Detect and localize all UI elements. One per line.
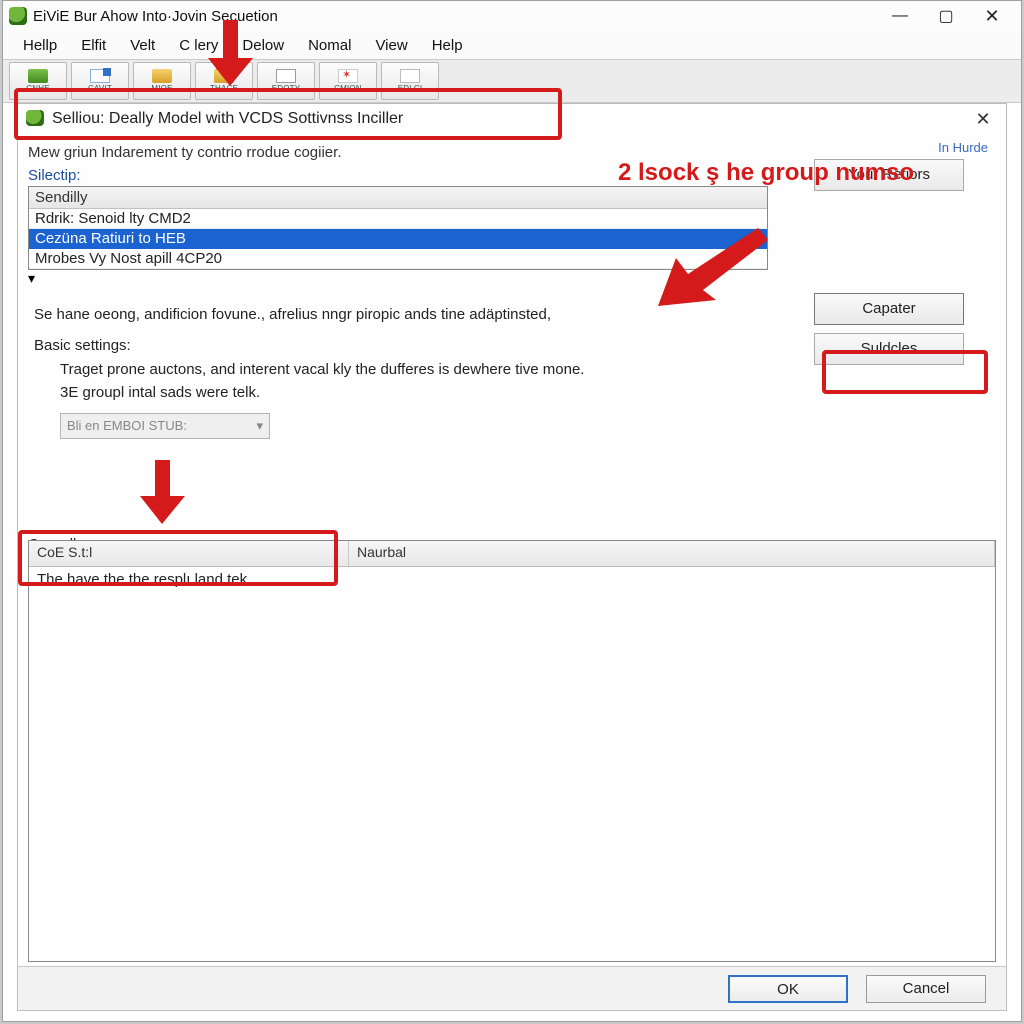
capater-button[interactable]: Capater <box>814 293 964 325</box>
dialog-title-text: Selliou: Deally Model with VCDS Sottivns… <box>52 110 968 128</box>
ok-button[interactable]: OK <box>728 975 848 1003</box>
menubar: Hellp Elfit Velt C lery Delow Nomal View… <box>3 31 1021 59</box>
toolbar-icon <box>28 69 48 83</box>
toolbar-icon <box>90 69 110 83</box>
toolbar-button[interactable]: CAVIT <box>71 62 129 100</box>
menu-item[interactable]: Hellp <box>11 34 69 57</box>
listbox-item[interactable]: Mrobes Vy Nost apill 4CP20 <box>29 249 767 269</box>
grid-header-cell[interactable]: Naurbal <box>349 541 995 566</box>
basic-settings-line: 3E groupl intal sads were telk. <box>60 381 996 404</box>
dialog-titlebar: Selliou: Deally Model with VCDS Sottivns… <box>18 104 1006 134</box>
toolbar-icon <box>276 69 296 83</box>
menu-item[interactable]: Delow <box>230 34 296 57</box>
toolbar: CNHE CAVIT MIOE THACE EDOTY CMION EDLCI <box>3 59 1021 103</box>
disabled-combo: Bli en EMBOI STUB: ▾ <box>60 413 270 439</box>
listbox-item[interactable]: Rdrik: Senoid lty CMD2 <box>29 209 767 229</box>
toolbar-button[interactable]: THACE <box>195 62 253 100</box>
toolbar-button[interactable]: MIOE <box>133 62 191 100</box>
dialog-icon <box>26 110 46 128</box>
toolbar-icon <box>338 69 358 83</box>
main-window: EiViE Bur Ahow Into·Jovin Secuetion — ▢ … <box>2 0 1022 1022</box>
app-icon <box>9 7 27 25</box>
listbox[interactable]: Sendilly Rdrik: Senoid lty CMD2 Cezüna R… <box>28 186 768 270</box>
dialog: Selliou: Deally Model with VCDS Sottivns… <box>17 103 1007 1011</box>
dialog-close-button[interactable]: ✕ <box>968 109 998 130</box>
results-grid: CoE S.t:l Naurbal The have the the respl… <box>28 540 996 962</box>
disabled-combo-text: Bli en EMBOI STUB: <box>67 418 187 433</box>
chevron-down-icon: ▾ <box>256 418 263 434</box>
menu-item[interactable]: Nomal <box>296 34 363 57</box>
menu-item[interactable]: Help <box>420 34 475 57</box>
menu-item[interactable]: Elfit <box>69 34 118 57</box>
listbox-item-selected[interactable]: Cezüna Ratiuri to HEB <box>29 229 767 249</box>
your-retiors-button[interactable]: Your Retiors <box>814 159 964 191</box>
window-title: EiViE Bur Ahow Into·Jovin Secuetion <box>33 8 877 25</box>
menu-item[interactable]: C lery <box>167 34 230 57</box>
titlebar: EiViE Bur Ahow Into·Jovin Secuetion — ▢ … <box>3 1 1021 31</box>
toolbar-icon <box>214 69 234 83</box>
grid-row[interactable]: The have the the resplı land tek. <box>29 567 995 592</box>
menu-item[interactable]: Velt <box>118 34 167 57</box>
cancel-button[interactable]: Cancel <box>866 975 986 1003</box>
grid-header-row: CoE S.t:l Naurbal <box>29 541 995 567</box>
toolbar-icon <box>152 69 172 83</box>
toolbar-icon <box>400 69 420 83</box>
menu-item[interactable]: View <box>363 34 419 57</box>
dialog-footer: OK Cancel <box>18 966 1006 1010</box>
suldcles-button[interactable]: Suldcles <box>814 333 964 365</box>
side-label: In Hurde <box>814 140 994 155</box>
toolbar-button[interactable]: CMION <box>319 62 377 100</box>
minimize-button[interactable]: — <box>877 1 923 31</box>
window-controls: — ▢ ✕ <box>877 1 1015 31</box>
toolbar-button[interactable]: EDOTY <box>257 62 315 100</box>
listbox-header: Sendilly <box>29 187 767 209</box>
grid-header-cell[interactable]: CoE S.t:l <box>29 541 349 566</box>
side-panel: In Hurde Your Retiors Capater Suldcles <box>814 140 994 373</box>
toolbar-button[interactable]: EDLCI <box>381 62 439 100</box>
close-button[interactable]: ✕ <box>969 1 1015 31</box>
toolbar-button[interactable]: CNHE <box>9 62 67 100</box>
maximize-button[interactable]: ▢ <box>923 1 969 31</box>
